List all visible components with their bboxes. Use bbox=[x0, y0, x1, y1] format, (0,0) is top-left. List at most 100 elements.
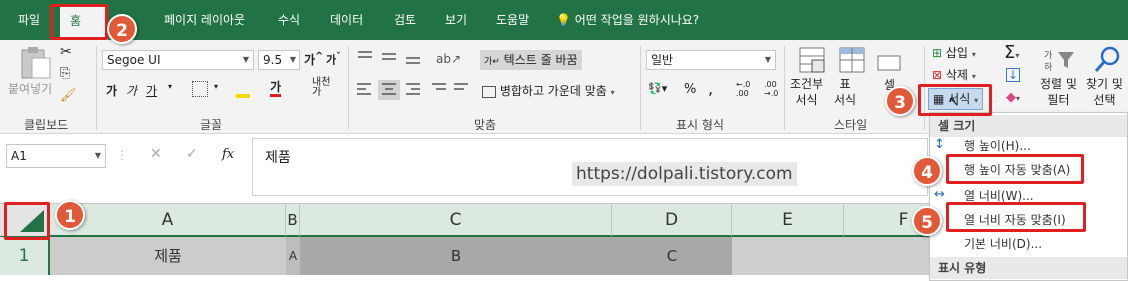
paste-icon bbox=[21, 47, 51, 79]
shrink-font-icon[interactable]: 가ˇ bbox=[326, 51, 341, 68]
accounting-format-icon[interactable]: 💱▾ bbox=[648, 82, 667, 95]
insert-icon: ⊞ bbox=[932, 46, 943, 60]
menu-section-visibility: 표시 유형 bbox=[930, 257, 1127, 279]
format-painter-icon[interactable]: 🖌 bbox=[60, 88, 77, 103]
merge-center-button[interactable]: 병합하고 가운데 맞춤 ▾ bbox=[482, 82, 615, 99]
sort-filter-button[interactable]: 가하 bbox=[1044, 46, 1074, 74]
cell-a1[interactable]: 제품 bbox=[50, 237, 286, 275]
cell-style-button[interactable] bbox=[876, 50, 904, 74]
tell-me-box[interactable]: 💡 어떤 작업을 원하시나요? bbox=[556, 0, 699, 40]
fill-icon[interactable]: ↓ bbox=[1006, 68, 1020, 82]
cut-icon[interactable]: ✂ bbox=[60, 44, 72, 60]
clear-icon[interactable]: ◆▾ bbox=[1006, 90, 1020, 105]
table-format-label: 표 서식 bbox=[834, 76, 856, 108]
enter-icon[interactable]: ✓ bbox=[186, 146, 198, 162]
font-name-value: Segoe UI bbox=[107, 53, 161, 67]
delete-icon: ⊠ bbox=[932, 68, 943, 82]
tab-help[interactable]: 도움말 bbox=[496, 0, 529, 40]
horizontal-align-icons[interactable] bbox=[354, 80, 474, 100]
group-style-label: 스타일 bbox=[834, 118, 868, 132]
conditional-format-button[interactable] bbox=[798, 46, 826, 74]
cell-style-icon bbox=[877, 55, 901, 71]
table-format-button[interactable] bbox=[838, 46, 866, 74]
col-header-b[interactable]: B bbox=[286, 204, 300, 236]
step-badge-4: 4 bbox=[912, 156, 942, 186]
step-badge-3: 3 bbox=[885, 86, 915, 116]
delete-button[interactable]: ⊠ 삭제 ▾ bbox=[932, 66, 976, 83]
number-format-select[interactable]: 일반 ▼ bbox=[646, 50, 776, 70]
autosum-icon[interactable]: Σ▾ bbox=[1004, 42, 1019, 63]
cell-e1[interactable] bbox=[732, 237, 932, 275]
font-size-select[interactable]: 9.5 ▼ bbox=[258, 50, 300, 70]
bold-icon[interactable]: 가 bbox=[106, 82, 117, 99]
conditional-format-line1: 조건부 bbox=[790, 77, 824, 91]
chevron-down-icon[interactable]: ▾ bbox=[214, 82, 218, 91]
borders-icon[interactable] bbox=[192, 81, 208, 97]
insert-function-icon[interactable]: fx bbox=[222, 147, 234, 162]
chevron-down-icon: ▾ bbox=[971, 50, 976, 59]
format-dropdown-menu: 셀 크기 ↕ 행 높이(H)... 행 높이 자동 맞춤(A) ↔ 열 너비(W… bbox=[929, 112, 1128, 281]
cell-c1[interactable]: B bbox=[300, 237, 612, 275]
decrease-decimal-icon[interactable]: .00 →.0 bbox=[764, 80, 778, 98]
tab-page-layout[interactable]: 페이지 레이아웃 bbox=[164, 0, 245, 40]
sort-filter-icon: 가하 bbox=[1044, 50, 1074, 73]
lightbulb-icon: 💡 bbox=[556, 13, 571, 27]
tab-review[interactable]: 검토 bbox=[394, 0, 416, 40]
row-header-1[interactable]: 1 bbox=[0, 237, 50, 275]
underline-icon[interactable]: 가 bbox=[146, 82, 157, 99]
grow-font-icon[interactable]: 가^ bbox=[304, 51, 323, 68]
watermark-text: https://dolpali.tistory.com bbox=[572, 162, 797, 186]
italic-icon[interactable]: 가 bbox=[126, 82, 137, 99]
search-icon bbox=[1094, 46, 1120, 72]
cancel-icon[interactable]: ✕ bbox=[150, 146, 162, 162]
tab-data[interactable]: 데이터 bbox=[330, 0, 363, 40]
col-header-d[interactable]: D bbox=[612, 204, 732, 236]
paste-label: 붙여넣기 bbox=[8, 82, 53, 96]
insert-button[interactable]: ⊞ 삽입 ▾ bbox=[932, 44, 976, 61]
find-select-line1: 찾기 및 bbox=[1086, 77, 1123, 91]
chevron-down-icon[interactable]: ▾ bbox=[168, 82, 172, 91]
group-number-label: 표시 형식 bbox=[676, 118, 724, 132]
tab-formulas[interactable]: 수식 bbox=[278, 0, 300, 40]
merge-center-label: 병합하고 가운데 맞춤 bbox=[499, 84, 607, 98]
comma-icon[interactable]: , bbox=[708, 81, 713, 97]
highlight-select-all bbox=[4, 202, 50, 240]
fill-color-icon[interactable] bbox=[236, 80, 250, 98]
font-name-select[interactable]: Segoe UI ▼ bbox=[102, 50, 254, 70]
paste-button[interactable] bbox=[18, 46, 54, 82]
col-header-e[interactable]: E bbox=[732, 204, 844, 236]
col-header-a[interactable]: A bbox=[50, 204, 286, 236]
cell-d1[interactable]: C bbox=[612, 237, 732, 275]
group-clipboard-label: 클립보드 bbox=[24, 118, 69, 132]
divider bbox=[96, 46, 97, 130]
more-dots-icon: ⋮ bbox=[116, 148, 128, 162]
phonetic-icon[interactable]: 내천 가 bbox=[312, 78, 330, 98]
col-header-c[interactable]: C bbox=[300, 204, 612, 236]
copy-icon[interactable]: ⎘ bbox=[60, 66, 70, 81]
wrap-text-button[interactable]: 가↵ 텍스트 줄 바꿈 bbox=[480, 50, 582, 70]
increase-decimal-icon[interactable]: ←.0.00 bbox=[736, 80, 750, 98]
menu-default-width[interactable]: 기본 너비(D)... bbox=[964, 233, 1042, 255]
find-select-button[interactable] bbox=[1092, 44, 1122, 74]
chevron-down-icon: ▼ bbox=[242, 55, 249, 64]
step-badge-2: 2 bbox=[107, 14, 137, 44]
find-select-label: 찾기 및 선택 bbox=[1086, 76, 1123, 108]
name-box[interactable]: A1 ▼ bbox=[6, 144, 106, 168]
chevron-down-icon: ▼ bbox=[289, 55, 296, 64]
tab-file[interactable]: 파일 bbox=[18, 0, 40, 40]
highlight-autofit-row bbox=[946, 154, 1084, 184]
svg-text:ab↗: ab↗ bbox=[436, 52, 461, 66]
find-select-line2: 선택 bbox=[1093, 93, 1116, 107]
highlight-home-tab bbox=[50, 4, 108, 40]
vertical-align-icons[interactable]: ab↗ bbox=[354, 48, 464, 68]
delete-label: 삭제 bbox=[945, 68, 968, 82]
sort-filter-label: 정렬 및 필터 bbox=[1040, 76, 1077, 108]
wrap-text-label: 텍스트 줄 바꿈 bbox=[503, 53, 578, 67]
chevron-down-icon: ▼ bbox=[94, 151, 101, 160]
column-width-icon: ↔ bbox=[934, 187, 945, 202]
tab-view[interactable]: 보기 bbox=[445, 0, 467, 40]
percent-button[interactable]: % bbox=[684, 82, 696, 97]
cell-b1[interactable]: A bbox=[286, 237, 300, 275]
conditional-format-icon bbox=[799, 47, 825, 73]
font-color-icon[interactable]: 가 bbox=[270, 80, 282, 97]
